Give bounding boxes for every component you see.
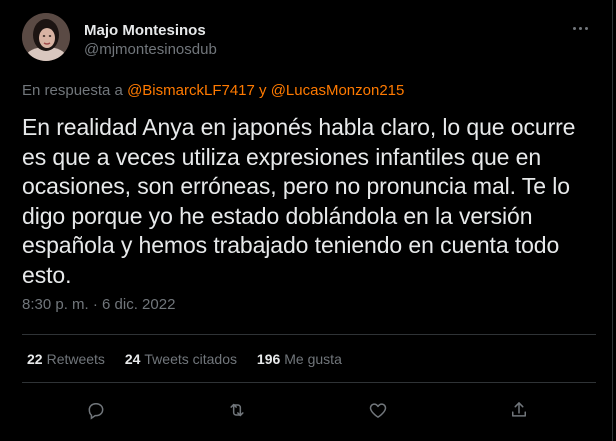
retweets-stat[interactable]: 22 Retweets	[27, 351, 105, 367]
tweet-text: En realidad Anya en japonés habla claro,…	[22, 114, 576, 288]
mention-link-1[interactable]: @BismarckLF7417	[127, 82, 255, 99]
quotes-stat[interactable]: 24 Tweets citados	[125, 351, 237, 367]
reply-icon[interactable]	[81, 395, 111, 425]
tweet-stats: 22 Retweets 24 Tweets citados 196 Me gusta	[27, 351, 358, 367]
share-icon[interactable]	[504, 395, 534, 425]
retweets-label: Retweets	[46, 351, 105, 367]
display-name[interactable]: Majo Montesinos	[84, 22, 206, 39]
likes-count: 196	[256, 351, 281, 367]
avatar[interactable]	[22, 13, 70, 61]
like-icon[interactable]	[363, 395, 393, 425]
reply-prefix: En respuesta a	[22, 82, 128, 99]
tweet-detail: Majo Montesinos @mjmontesinosdub En resp…	[0, 0, 613, 441]
divider	[22, 334, 596, 335]
reply-join: y	[254, 82, 271, 99]
user-handle[interactable]: @mjmontesinosdub	[84, 41, 217, 58]
quotes-label: Tweets citados	[144, 351, 238, 367]
divider	[22, 382, 596, 383]
action-bar	[0, 395, 613, 425]
retweets-count: 22	[27, 351, 43, 367]
retweet-icon[interactable]	[222, 395, 252, 425]
quotes-count: 24	[124, 351, 141, 367]
more-icon[interactable]	[570, 22, 592, 36]
likes-label: Me gusta	[284, 351, 342, 367]
likes-stat[interactable]: 196 Me gusta	[257, 351, 342, 367]
mention-link-2[interactable]: @LucasMonzon215	[271, 82, 405, 99]
tweet-timestamp[interactable]: 8:30 p. m. · 6 dic. 2022	[22, 296, 175, 313]
avatar-image	[22, 13, 70, 61]
reply-context: En respuesta a @BismarckLF7417 y @LucasM…	[22, 82, 404, 99]
